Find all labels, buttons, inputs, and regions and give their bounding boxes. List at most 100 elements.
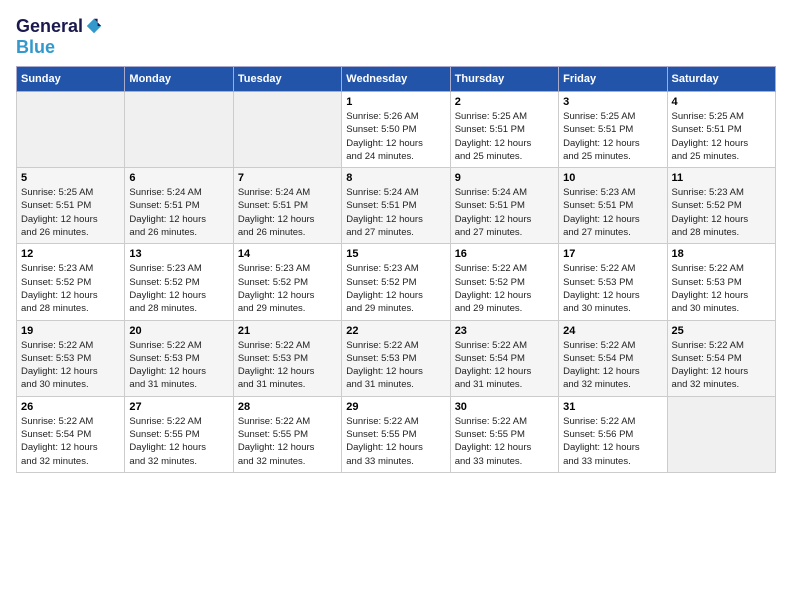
day-number: 2 xyxy=(455,96,554,108)
calendar-cell: 2 Sunrise: 5:25 AM Sunset: 5:51 PM Daylig… xyxy=(450,92,558,168)
day-info: Sunrise: 5:26 AM Sunset: 5:50 PM Dayligh… xyxy=(346,110,445,163)
day-info: Sunrise: 5:22 AM Sunset: 5:53 PM Dayligh… xyxy=(346,339,445,392)
day-header-friday: Friday xyxy=(559,67,667,92)
day-info: Sunrise: 5:22 AM Sunset: 5:53 PM Dayligh… xyxy=(563,262,662,315)
day-number: 31 xyxy=(563,401,662,413)
day-header-monday: Monday xyxy=(125,67,233,92)
day-number: 17 xyxy=(563,248,662,260)
day-number: 18 xyxy=(672,248,771,260)
day-number: 19 xyxy=(21,325,120,337)
day-number: 25 xyxy=(672,325,771,337)
calendar-cell: 11 Sunrise: 5:23 AM Sunset: 5:52 PM Dayli… xyxy=(667,168,775,244)
day-info: Sunrise: 5:23 AM Sunset: 5:52 PM Dayligh… xyxy=(21,262,120,315)
calendar-cell: 24 Sunrise: 5:22 AM Sunset: 5:54 PM Dayli… xyxy=(559,320,667,396)
calendar-cell: 8Sunrise: 5:24 AM Sunset: 5:51 PM Daylig… xyxy=(342,168,450,244)
calendar-cell: 6 Sunrise: 5:24 AM Sunset: 5:51 PM Daylig… xyxy=(125,168,233,244)
logo: General Blue xyxy=(16,16,103,58)
day-info: Sunrise: 5:23 AM Sunset: 5:52 PM Dayligh… xyxy=(238,262,337,315)
day-info: Sunrise: 5:25 AM Sunset: 5:51 PM Dayligh… xyxy=(21,186,120,239)
calendar-cell: 23 Sunrise: 5:22 AM Sunset: 5:54 PM Dayli… xyxy=(450,320,558,396)
day-number: 14 xyxy=(238,248,337,260)
day-number: 15 xyxy=(346,248,445,260)
logo-general-text: General xyxy=(16,16,83,37)
day-info: Sunrise: 5:24 AM Sunset: 5:51 PM Dayligh… xyxy=(129,186,228,239)
calendar-cell: 26 Sunrise: 5:22 AM Sunset: 5:54 PM Dayli… xyxy=(17,396,125,472)
calendar-cell: 30 Sunrise: 5:22 AM Sunset: 5:55 PM Dayli… xyxy=(450,396,558,472)
calendar-cell: 29 Sunrise: 5:22 AM Sunset: 5:55 PM Dayli… xyxy=(342,396,450,472)
calendar-cell: 1 Sunrise: 5:26 AM Sunset: 5:50 PM Daylig… xyxy=(342,92,450,168)
day-info: Sunrise: 5:24 AM Sunset: 5:51 PM Dayligh… xyxy=(346,186,445,239)
day-number: 6 xyxy=(129,172,228,184)
day-info: Sunrise: 5:25 AM Sunset: 5:51 PM Dayligh… xyxy=(455,110,554,163)
calendar-cell xyxy=(667,396,775,472)
day-header-saturday: Saturday xyxy=(667,67,775,92)
day-number: 13 xyxy=(129,248,228,260)
logo-icon xyxy=(85,17,103,35)
calendar-cell: 16Sunrise: 5:22 AM Sunset: 5:52 PM Dayli… xyxy=(450,244,558,320)
day-info: Sunrise: 5:23 AM Sunset: 5:51 PM Dayligh… xyxy=(563,186,662,239)
calendar-cell: 20 Sunrise: 5:22 AM Sunset: 5:53 PM Dayli… xyxy=(125,320,233,396)
day-number: 23 xyxy=(455,325,554,337)
day-number: 26 xyxy=(21,401,120,413)
day-number: 24 xyxy=(563,325,662,337)
calendar-cell: 17 Sunrise: 5:22 AM Sunset: 5:53 PM Dayli… xyxy=(559,244,667,320)
day-info: Sunrise: 5:23 AM Sunset: 5:52 PM Dayligh… xyxy=(672,186,771,239)
calendar-cell: 12 Sunrise: 5:23 AM Sunset: 5:52 PM Dayli… xyxy=(17,244,125,320)
calendar-cell xyxy=(233,92,341,168)
day-number: 28 xyxy=(238,401,337,413)
day-info: Sunrise: 5:24 AM Sunset: 5:51 PM Dayligh… xyxy=(238,186,337,239)
calendar-cell xyxy=(125,92,233,168)
calendar-table: SundayMondayTuesdayWednesdayThursdayFrid… xyxy=(16,66,776,473)
day-info: Sunrise: 5:22 AM Sunset: 5:54 PM Dayligh… xyxy=(672,339,771,392)
day-number: 12 xyxy=(21,248,120,260)
calendar-cell: 9Sunrise: 5:24 AM Sunset: 5:51 PM Daylig… xyxy=(450,168,558,244)
day-number: 10 xyxy=(563,172,662,184)
calendar-cell: 22 Sunrise: 5:22 AM Sunset: 5:53 PM Dayli… xyxy=(342,320,450,396)
calendar-cell: 18Sunrise: 5:22 AM Sunset: 5:53 PM Dayli… xyxy=(667,244,775,320)
page-header: General Blue xyxy=(16,16,776,58)
day-number: 11 xyxy=(672,172,771,184)
calendar-cell: 14 Sunrise: 5:23 AM Sunset: 5:52 PM Dayli… xyxy=(233,244,341,320)
day-info: Sunrise: 5:23 AM Sunset: 5:52 PM Dayligh… xyxy=(346,262,445,315)
calendar-cell: 15 Sunrise: 5:23 AM Sunset: 5:52 PM Dayli… xyxy=(342,244,450,320)
day-info: Sunrise: 5:25 AM Sunset: 5:51 PM Dayligh… xyxy=(563,110,662,163)
calendar-cell: 5Sunrise: 5:25 AM Sunset: 5:51 PM Daylig… xyxy=(17,168,125,244)
day-number: 4 xyxy=(672,96,771,108)
day-info: Sunrise: 5:23 AM Sunset: 5:52 PM Dayligh… xyxy=(129,262,228,315)
day-info: Sunrise: 5:22 AM Sunset: 5:53 PM Dayligh… xyxy=(238,339,337,392)
day-number: 1 xyxy=(346,96,445,108)
day-info: Sunrise: 5:22 AM Sunset: 5:53 PM Dayligh… xyxy=(21,339,120,392)
calendar-cell: 4 Sunrise: 5:25 AM Sunset: 5:51 PM Daylig… xyxy=(667,92,775,168)
day-info: Sunrise: 5:22 AM Sunset: 5:55 PM Dayligh… xyxy=(129,415,228,468)
day-info: Sunrise: 5:22 AM Sunset: 5:55 PM Dayligh… xyxy=(346,415,445,468)
calendar-cell: 10 Sunrise: 5:23 AM Sunset: 5:51 PM Dayli… xyxy=(559,168,667,244)
day-header-sunday: Sunday xyxy=(17,67,125,92)
calendar-cell: 31Sunrise: 5:22 AM Sunset: 5:56 PM Dayli… xyxy=(559,396,667,472)
calendar-cell: 27Sunrise: 5:22 AM Sunset: 5:55 PM Dayli… xyxy=(125,396,233,472)
day-info: Sunrise: 5:22 AM Sunset: 5:55 PM Dayligh… xyxy=(455,415,554,468)
logo-blue-text: Blue xyxy=(16,37,55,57)
day-number: 3 xyxy=(563,96,662,108)
day-info: Sunrise: 5:22 AM Sunset: 5:54 PM Dayligh… xyxy=(563,339,662,392)
day-info: Sunrise: 5:22 AM Sunset: 5:55 PM Dayligh… xyxy=(238,415,337,468)
calendar-cell: 25 Sunrise: 5:22 AM Sunset: 5:54 PM Dayli… xyxy=(667,320,775,396)
day-header-wednesday: Wednesday xyxy=(342,67,450,92)
day-info: Sunrise: 5:22 AM Sunset: 5:53 PM Dayligh… xyxy=(129,339,228,392)
day-info: Sunrise: 5:22 AM Sunset: 5:54 PM Dayligh… xyxy=(455,339,554,392)
calendar-cell xyxy=(17,92,125,168)
day-header-tuesday: Tuesday xyxy=(233,67,341,92)
calendar-header: SundayMondayTuesdayWednesdayThursdayFrid… xyxy=(17,67,776,92)
day-info: Sunrise: 5:25 AM Sunset: 5:51 PM Dayligh… xyxy=(672,110,771,163)
day-number: 29 xyxy=(346,401,445,413)
day-number: 16 xyxy=(455,248,554,260)
calendar-cell: 21 Sunrise: 5:22 AM Sunset: 5:53 PM Dayli… xyxy=(233,320,341,396)
day-number: 20 xyxy=(129,325,228,337)
calendar-cell: 19 Sunrise: 5:22 AM Sunset: 5:53 PM Dayli… xyxy=(17,320,125,396)
day-number: 21 xyxy=(238,325,337,337)
day-number: 30 xyxy=(455,401,554,413)
day-header-thursday: Thursday xyxy=(450,67,558,92)
day-number: 22 xyxy=(346,325,445,337)
calendar-cell: 3 Sunrise: 5:25 AM Sunset: 5:51 PM Daylig… xyxy=(559,92,667,168)
day-number: 7 xyxy=(238,172,337,184)
day-info: Sunrise: 5:22 AM Sunset: 5:54 PM Dayligh… xyxy=(21,415,120,468)
